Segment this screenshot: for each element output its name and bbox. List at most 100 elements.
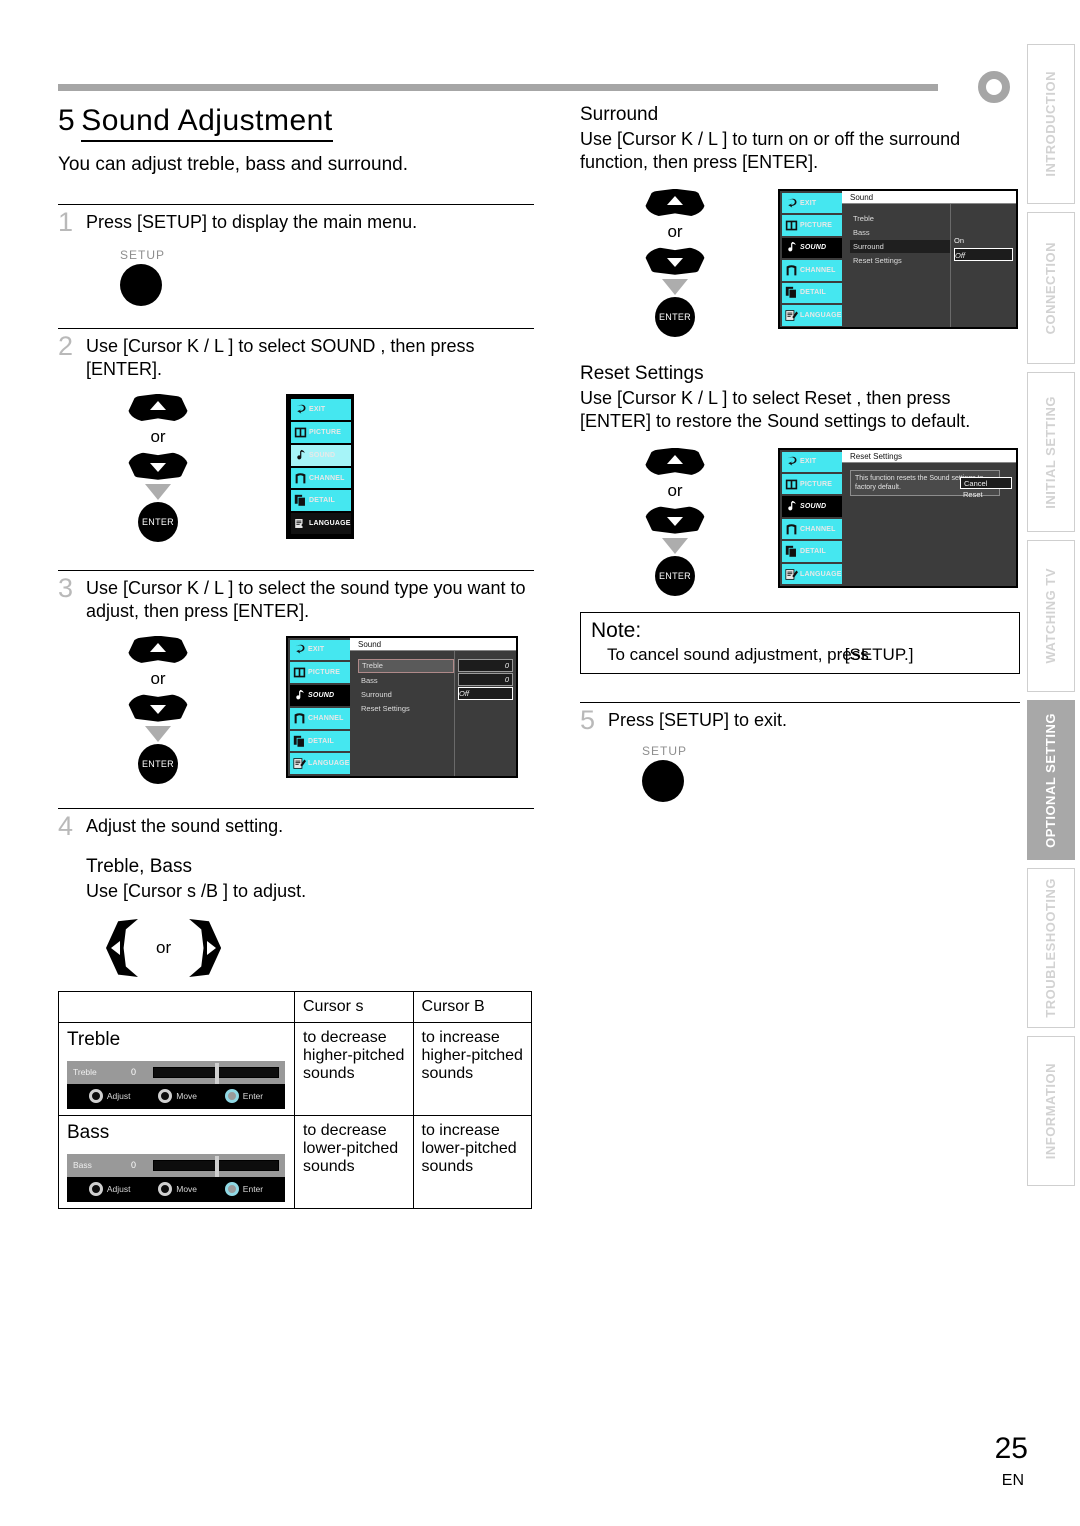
osd-hint-move: Move [158,1182,197,1197]
osd-screen-title: Sound [350,637,516,651]
cursor-right-key[interactable] [189,918,222,977]
enter-key-button[interactable]: ENTER [138,501,178,542]
left-right-key-graphic: or [106,918,534,977]
osd-choice-off[interactable]: Off [954,247,1013,261]
osd-item-exit[interactable]: EXIT [782,192,842,214]
osd-item-channel[interactable]: CHANNEL [782,260,842,281]
osd-row-bass[interactable]: Bass [850,226,950,239]
slider-track[interactable] [153,1155,279,1177]
osd-choice-cancel[interactable]: Cancel [960,476,1012,489]
step-number: 4 [58,810,74,841]
picture-icon [293,667,306,678]
cursor-down-key[interactable] [645,505,705,534]
enter-key-button[interactable]: ENTER [138,743,178,784]
cursor-up-key[interactable] [645,188,705,217]
osd-item-detail[interactable]: DETAIL [782,541,842,562]
osd-item-sound[interactable]: SOUND [782,496,842,517]
slider-value: 0 [131,1067,137,1078]
tab-connection[interactable]: CONNECTION [1027,212,1075,364]
osd-item-sound[interactable]: SOUND [290,685,350,706]
osd-item-label: CHANNEL [800,266,836,274]
osd-hint-move: Move [158,1089,197,1104]
osd-item-channel[interactable]: CHANNEL [782,518,842,540]
tab-label: WATCHING TV [1042,568,1058,664]
osd-item-channel[interactable]: CHANNEL [291,467,351,489]
tab-watching-tv[interactable]: WATCHING TV [1027,540,1075,692]
osd-item-exit[interactable]: EXIT [290,639,350,661]
setup-key-button[interactable] [642,759,684,802]
osd-item-picture[interactable]: PICTURE [782,474,842,495]
tab-optional-setting[interactable]: OPTIONAL SETTING [1027,700,1075,860]
osd-item-language[interactable]: LANGUAGE [782,563,842,585]
osd-item-picture[interactable]: PICTURE [291,421,351,443]
osd-screen-title: Reset Settings [842,449,1016,463]
osd-item-picture[interactable]: PICTURE [782,215,842,236]
osd-item-picture[interactable]: PICTURE [290,662,350,684]
note-box: Note: To cancel sound adjustment, press[… [580,611,1020,674]
osd-item-sound[interactable]: SOUND [291,444,351,466]
exit-icon [295,645,305,654]
osd-item-exit[interactable]: EXIT [291,398,351,420]
sound-icon [788,501,796,511]
table-header-cursor-right: Cursor B [412,990,533,1023]
osd-choice-on[interactable]: On [954,234,1013,247]
osd-hint-adjust: Adjust [88,1182,131,1197]
osd-value-treble: 0 [458,658,513,672]
step-number: 2 [58,331,74,361]
step-instruction: Adjust the sound setting. [86,815,284,836]
enter-key-button[interactable]: ENTER [655,296,695,337]
osd-row-reset-settings[interactable]: Reset Settings [358,702,454,715]
slider-thumb[interactable] [214,1155,219,1177]
osd-screen-title: Sound [842,190,1016,204]
osd-item-language[interactable]: LANGUAGE [291,513,351,535]
cursor-down-key[interactable] [128,693,188,722]
osd-row-treble[interactable]: Treble [850,212,950,225]
tab-information[interactable]: INFORMATION [1027,1036,1075,1186]
section-title: Sound Adjustment [81,104,333,142]
cursor-left-key[interactable] [106,918,138,977]
slider-track[interactable] [153,1062,279,1084]
cursor-key-graphic: or ENTER [58,635,258,784]
tab-troubleshooting[interactable]: TROUBLESHOOTING [1027,868,1075,1028]
channel-icon [294,712,305,724]
table-row-label-bass: Bass [67,1121,110,1143]
tab-label: INITIAL SETTING [1042,395,1058,509]
cursor-up-key[interactable] [128,393,188,422]
osd-row-surround[interactable]: Surround [850,239,950,253]
adjust-knob-icon [88,1182,103,1197]
exit-icon [787,457,797,466]
osd-row-bass[interactable]: Bass [358,674,454,687]
osd-item-exit[interactable]: EXIT [782,451,842,473]
cursor-down-key[interactable] [645,246,705,275]
tab-label: OPTIONAL SETTING [1042,712,1058,848]
osd-item-sound[interactable]: SOUND [782,237,842,259]
osd-row-reset-settings[interactable]: Reset Settings [850,254,950,267]
tab-initial-setting[interactable]: INITIAL SETTING [1027,372,1075,532]
osd-item-detail[interactable]: DETAIL [782,282,842,304]
step-instruction: Press [SETUP] to exit. [608,709,788,730]
cursor-up-key[interactable] [128,635,188,664]
tab-label: TROUBLESHOOTING [1042,878,1058,1018]
osd-item-language[interactable]: LANGUAGE [782,305,842,326]
surround-section: Surround Use [Cursor K / L ] to turn on … [580,104,1020,337]
setup-key-button[interactable] [120,264,162,306]
osd-choice-reset[interactable]: Reset [960,489,1012,501]
step-instruction: Use [Cursor K / L ] to select SOUND , th… [86,336,475,380]
cursor-up-key[interactable] [645,447,705,476]
cursor-down-key[interactable] [128,451,188,480]
table-row-label-treble: Treble [67,1028,121,1050]
osd-menu-column: EXIT PICTURE SOUND CHANNEL DETAIL LANGUA… [288,638,350,776]
osd-item-detail[interactable]: DETAIL [290,730,350,752]
osd-row-treble[interactable]: Treble [358,658,454,673]
osd-row-surround[interactable]: Surround [358,688,454,701]
step-instruction: Press [SETUP] to display the main menu. [86,212,418,232]
osd-item-language[interactable]: LANGUAGE [290,753,350,775]
move-knob-icon [158,1182,173,1197]
osd-item-channel[interactable]: CHANNEL [290,707,350,729]
tab-introduction[interactable]: INTRODUCTION [1027,44,1075,204]
osd-item-label: PICTURE [800,480,833,488]
slider-thumb[interactable] [214,1062,219,1084]
osd-menu-column: EXIT PICTURE SOUND CHANNEL DETAIL LANGUA… [780,191,842,327]
osd-item-detail[interactable]: DETAIL [291,490,351,512]
enter-key-button[interactable]: ENTER [655,555,695,596]
